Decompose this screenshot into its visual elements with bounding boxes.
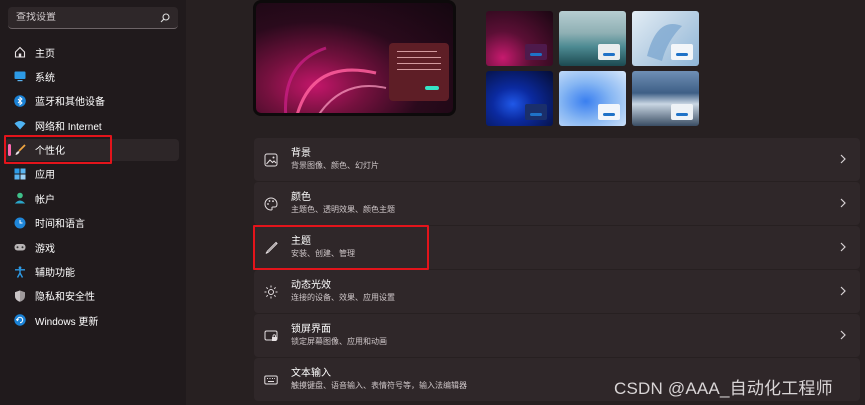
theme-preview: [253, 0, 456, 116]
preview-window: [389, 43, 449, 101]
setting-description: 主题色、透明效果、颜色主题: [291, 205, 395, 214]
sidebar-item-label: Windows 更新: [35, 316, 99, 328]
sidebar-nav: 主页 系统 蓝牙和其他设备 网络和 Internet 个性化 应用 帐户 时间和…: [5, 41, 179, 334]
theme-mini-window: [525, 104, 547, 120]
accessibility-icon: [14, 265, 26, 278]
theme-thumbnail-blue-bloom[interactable]: [559, 71, 626, 126]
update-icon: [14, 314, 26, 326]
sidebar-item-apps[interactable]: 应用: [5, 163, 179, 185]
gamepad-icon: [14, 241, 26, 253]
setting-title: 背景: [291, 148, 311, 159]
monitor-icon: [14, 70, 26, 82]
pen-icon: [263, 240, 279, 256]
theme-thumbnail-lake[interactable]: [559, 11, 626, 66]
apps-icon: [14, 168, 26, 180]
preview-accent-button: [425, 86, 439, 90]
light-effect-icon: [263, 284, 279, 300]
keyboard-icon: [263, 372, 279, 388]
sidebar-item-network[interactable]: 网络和 Internet: [5, 114, 179, 136]
sidebar-item-label: 应用: [35, 170, 55, 182]
setting-title: 颜色: [291, 192, 311, 203]
setting-description: 安装、创建、管理: [291, 249, 355, 258]
sidebar-item-home[interactable]: 主页: [5, 41, 179, 63]
theme-mini-window: [598, 104, 620, 120]
setting-title: 动态光效: [291, 280, 331, 291]
sidebar-item-label: 辅助功能: [35, 268, 75, 280]
sidebar-item-label: 个性化: [35, 146, 65, 158]
setting-title: 锁屏界面: [291, 324, 331, 335]
brush-icon: [14, 143, 26, 156]
sidebar: 主页 系统 蓝牙和其他设备 网络和 Internet 个性化: [0, 0, 186, 405]
preview-line: [397, 51, 437, 52]
sidebar-item-personalization[interactable]: 个性化: [5, 138, 179, 161]
sidebar-item-windows-update[interactable]: Windows 更新: [5, 309, 179, 331]
chevron-right-icon: [839, 197, 847, 209]
sidebar-item-gaming[interactable]: 游戏: [5, 236, 179, 258]
globe-clock-icon: [14, 217, 26, 229]
bluetooth-icon: [14, 94, 26, 107]
setting-row-background[interactable]: 背景 背景图像、颜色、幻灯片: [254, 138, 860, 181]
sidebar-item-label: 时间和语言: [35, 219, 85, 231]
setting-description: 锁定屏幕图像、应用和动画: [291, 337, 387, 346]
sidebar-item-label: 蓝牙和其他设备: [35, 97, 105, 109]
watermark: CSDN @AAA_自动化工程师: [614, 379, 833, 398]
setting-title: 主题: [291, 236, 311, 247]
theme-mini-window: [525, 44, 547, 60]
theme-mini-window: [671, 44, 693, 60]
sidebar-item-label: 网络和 Internet: [35, 121, 102, 133]
preview-line: [397, 57, 441, 58]
setting-description: 背景图像、颜色、幻灯片: [291, 161, 379, 170]
sidebar-item-accessibility[interactable]: 辅助功能: [5, 261, 179, 283]
setting-title: 文本输入: [291, 368, 331, 379]
setting-row-themes[interactable]: 主题 安装、创建、管理: [254, 226, 860, 269]
setting-row-dynamic-lighting[interactable]: 动态光效 连接的设备、效果、应用设置: [254, 270, 860, 313]
setting-description: 触摸键盘、语音输入、表情符号等，输入法编辑器: [291, 381, 467, 390]
preview-line: [397, 69, 441, 70]
palette-icon: [263, 196, 279, 212]
sidebar-item-bluetooth[interactable]: 蓝牙和其他设备: [5, 90, 179, 112]
search-box[interactable]: [8, 7, 178, 29]
sidebar-item-system[interactable]: 系统: [5, 65, 179, 87]
sidebar-item-time-language[interactable]: 时间和语言: [5, 212, 179, 234]
search-icon[interactable]: [160, 12, 170, 23]
preview-line: [397, 63, 441, 64]
theme-mini-window: [598, 44, 620, 60]
chevron-right-icon: [839, 285, 847, 297]
sidebar-item-label: 系统: [35, 72, 55, 84]
theme-thumbnail-mountains[interactable]: [632, 71, 699, 126]
setting-row-colors[interactable]: 颜色 主题色、透明效果、颜色主题: [254, 182, 860, 225]
shield-icon: [14, 290, 26, 302]
chevron-right-icon: [839, 153, 847, 165]
setting-description: 连接的设备、效果、应用设置: [291, 293, 395, 302]
sidebar-item-privacy-security[interactable]: 隐私和安全性: [5, 285, 179, 307]
lock-screen-icon: [263, 328, 279, 344]
theme-thumbnail-glow[interactable]: [486, 11, 553, 66]
sidebar-item-label: 隐私和安全性: [35, 292, 95, 304]
theme-thumbnail-dark-bloom[interactable]: [486, 71, 553, 126]
chevron-right-icon: [839, 241, 847, 253]
wifi-icon: [14, 119, 26, 131]
setting-row-lock-screen[interactable]: 锁屏界面 锁定屏幕图像、应用和动画: [254, 314, 860, 357]
chevron-right-icon: [839, 329, 847, 341]
sidebar-item-label: 主页: [35, 48, 55, 60]
sidebar-item-label: 帐户: [35, 194, 55, 206]
account-icon: [14, 192, 26, 204]
home-icon: [14, 46, 26, 58]
sidebar-item-accounts[interactable]: 帐户: [5, 187, 179, 209]
selected-indicator: [8, 143, 11, 156]
search-input[interactable]: [16, 12, 146, 23]
theme-thumbnail-light-bloom[interactable]: [632, 11, 699, 66]
theme-mini-window: [671, 104, 693, 120]
image-icon: [263, 152, 279, 168]
sidebar-item-label: 游戏: [35, 243, 55, 255]
